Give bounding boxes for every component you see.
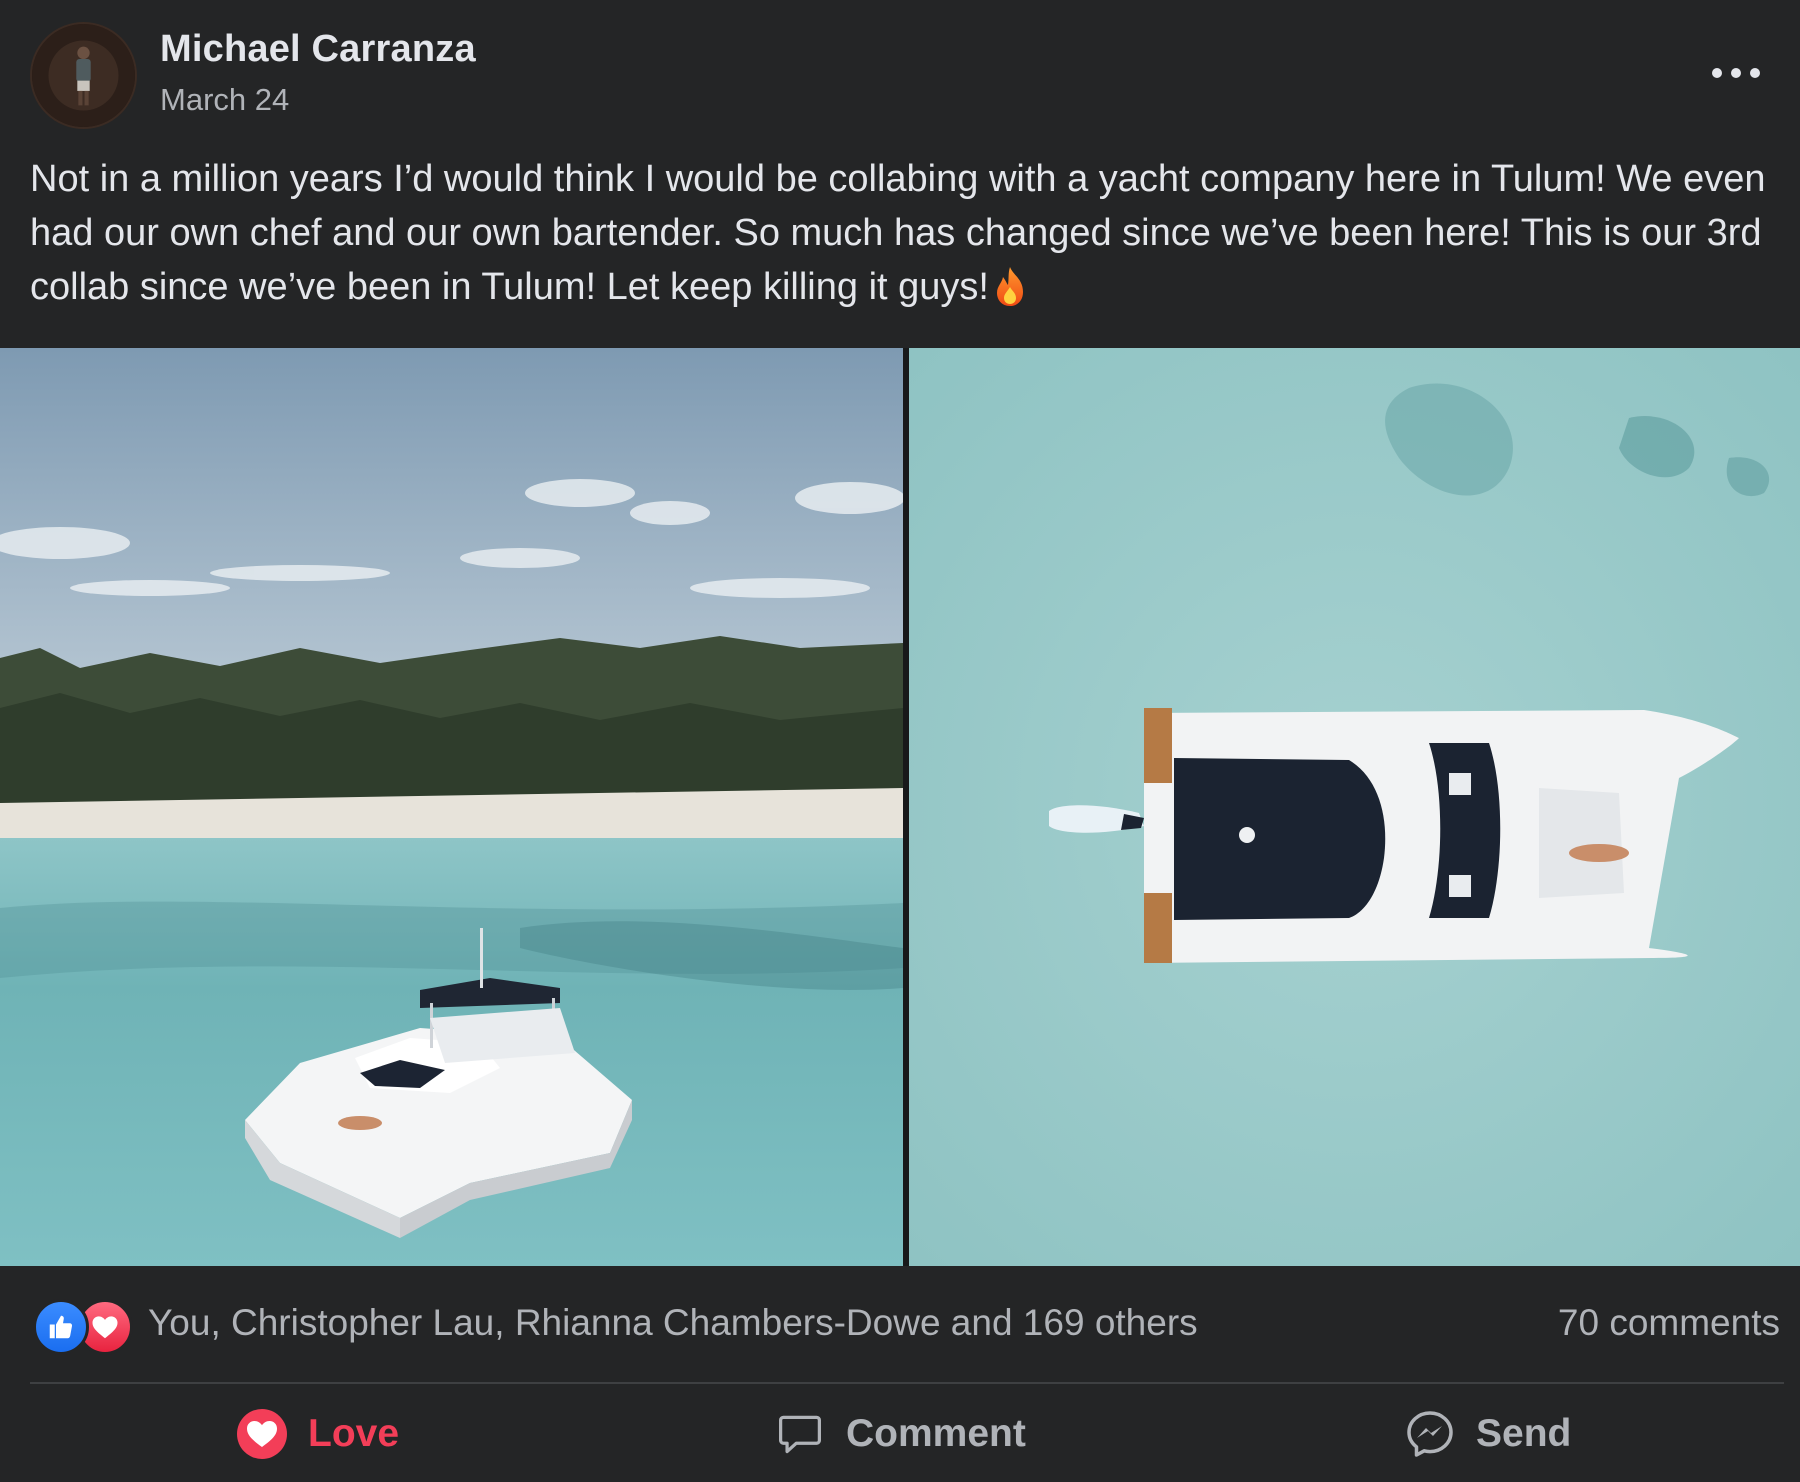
beach-scene-image xyxy=(0,348,903,1266)
love-reaction-icon xyxy=(236,1408,288,1460)
post-card: Michael Carranza March 24 Not in a milli… xyxy=(0,0,1800,1482)
fire-emoji-icon xyxy=(996,267,1023,306)
yacht-aerial-topdown-photo[interactable] xyxy=(909,348,1800,1266)
author-avatar[interactable] xyxy=(30,22,137,129)
more-dot xyxy=(1750,68,1760,78)
comments-count[interactable]: 70 comments xyxy=(1558,1302,1780,1344)
more-dot xyxy=(1731,68,1741,78)
post-text-container: Not in a million years I’d would think I… xyxy=(30,152,1780,314)
reactions-row: You, Christopher Lau, Rhianna Chambers-D… xyxy=(0,1266,1800,1384)
more-options-icon[interactable] xyxy=(1712,58,1760,88)
love-label: Love xyxy=(308,1412,400,1455)
photo-grid xyxy=(0,348,1800,1266)
post-header: Michael Carranza March 24 xyxy=(0,0,1800,140)
thumbs-up-icon xyxy=(49,1315,73,1339)
reactions-summary[interactable]: You, Christopher Lau, Rhianna Chambers-D… xyxy=(148,1302,1198,1344)
post-text: Not in a million years I’d would think I… xyxy=(30,158,1766,308)
send-button[interactable]: Send xyxy=(1404,1406,1571,1462)
aerial-scene-image xyxy=(909,348,1800,1266)
send-label: Send xyxy=(1476,1412,1572,1455)
like-icon xyxy=(33,1299,89,1355)
post-date[interactable]: March 24 xyxy=(160,82,289,118)
action-bar: Love Comment Send xyxy=(0,1384,1800,1482)
author-name[interactable]: Michael Carranza xyxy=(160,28,476,71)
avatar-image xyxy=(32,24,135,127)
yacht-near-beach-photo[interactable] xyxy=(0,348,903,1266)
comment-icon xyxy=(774,1408,826,1460)
love-button[interactable]: Love xyxy=(236,1406,399,1462)
messenger-icon xyxy=(1404,1408,1456,1460)
comment-label: Comment xyxy=(846,1412,1026,1455)
more-dot xyxy=(1712,68,1722,78)
comment-button[interactable]: Comment xyxy=(774,1406,1026,1462)
reaction-icons[interactable] xyxy=(33,1299,133,1355)
heart-icon xyxy=(92,1316,118,1339)
